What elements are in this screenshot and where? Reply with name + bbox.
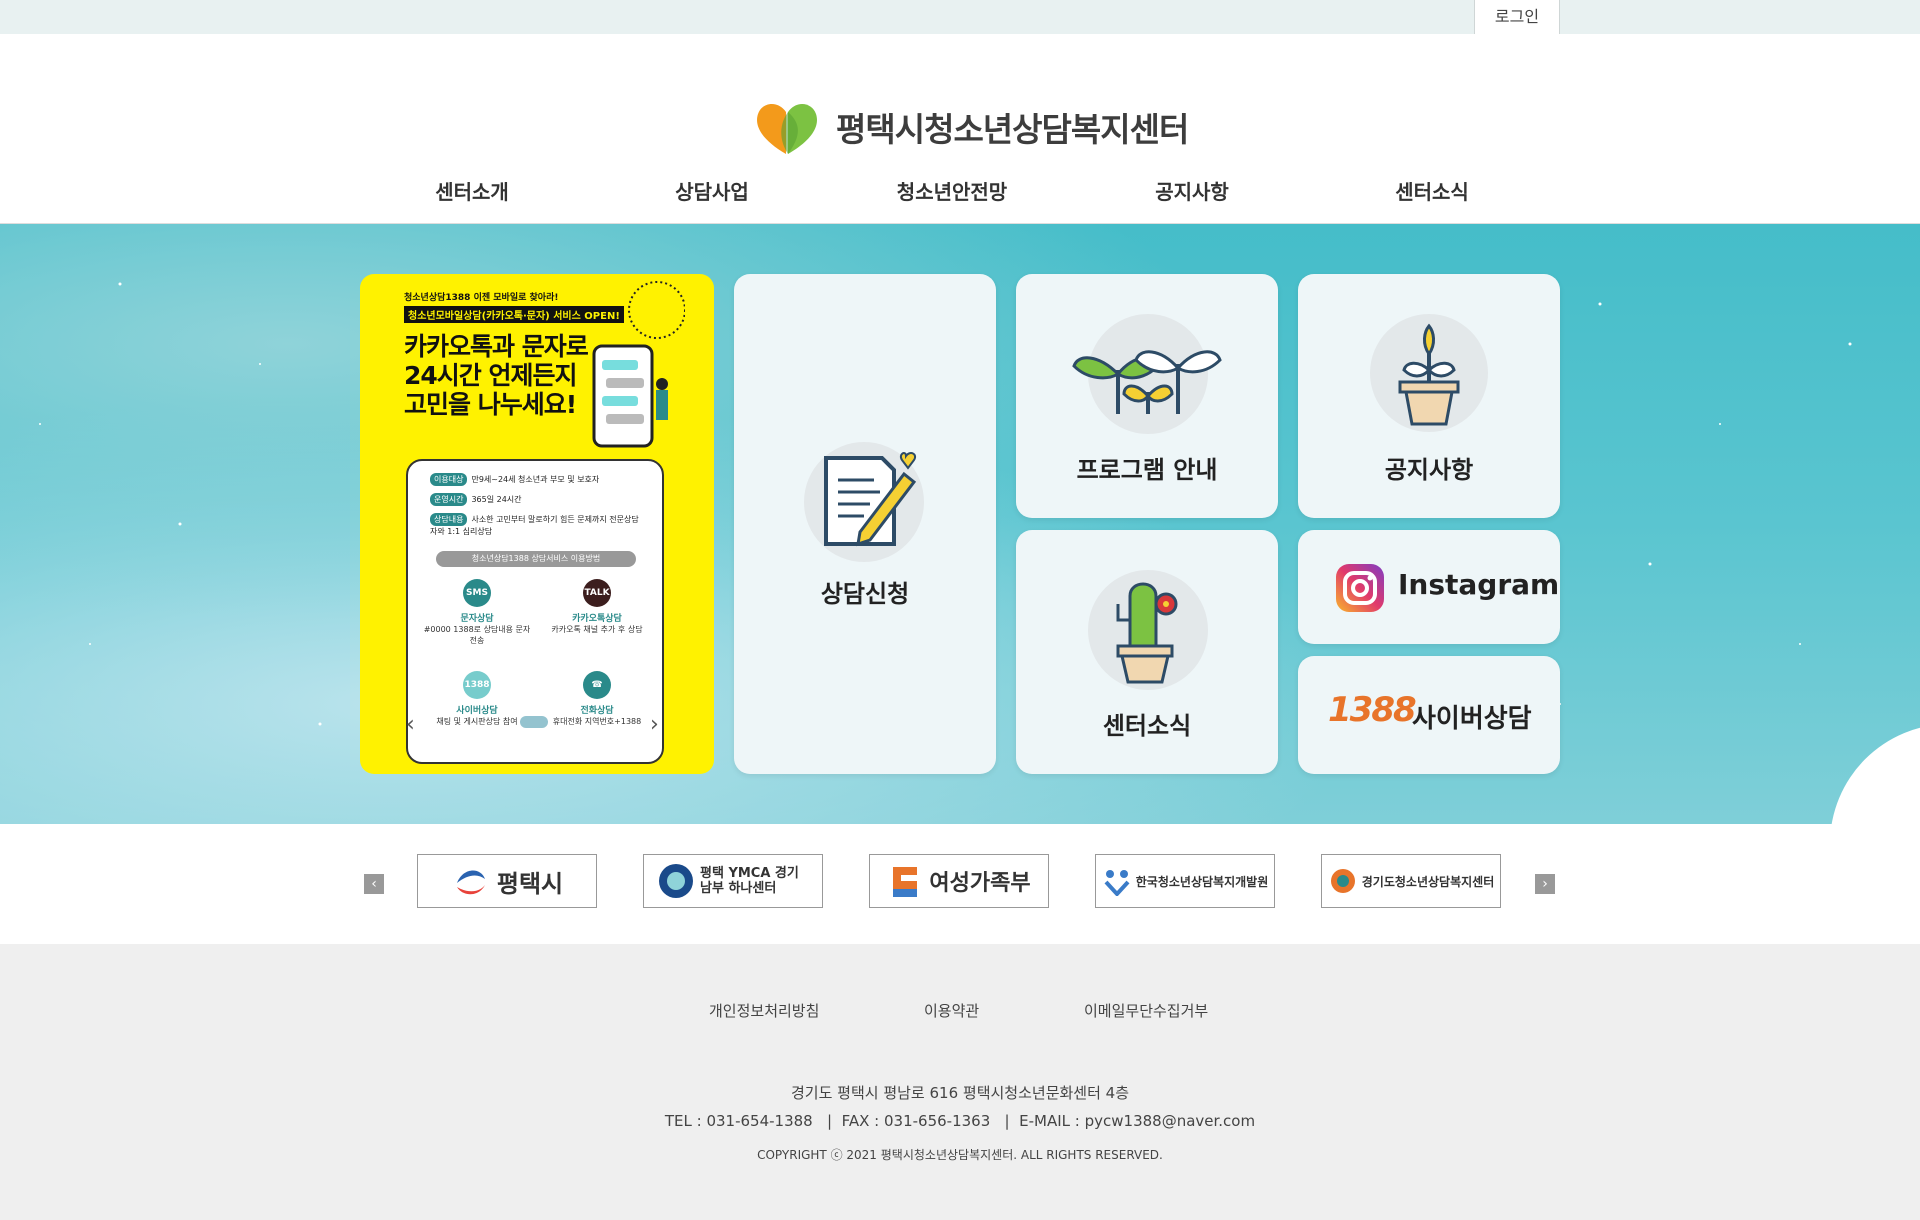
site-logo[interactable]: 평택시청소년상담복지센터 xyxy=(752,96,1189,158)
login-button[interactable]: 로그인 xyxy=(1474,0,1560,34)
partner-prev-icon[interactable]: ‹ xyxy=(364,874,384,894)
nav-item-counseling[interactable]: 상담사업 xyxy=(592,176,832,205)
nav-item-notice[interactable]: 공지사항 xyxy=(1072,176,1312,205)
footer-link-email-policy[interactable]: 이메일무단수집거부 xyxy=(1084,1000,1208,1021)
partner-kyci[interactable]: 한국청소년상담복지개발원 xyxy=(1095,854,1275,908)
partner-gg-center[interactable]: 경기도청소년상담복지센터 xyxy=(1321,854,1501,908)
card-instagram[interactable]: Instagram xyxy=(1298,530,1560,644)
poster-subtitle: 청소년상담1388 상담서비스 이용방법 xyxy=(436,551,636,567)
service-desc: #0000 1388로 상담내용 문자전송 xyxy=(423,625,531,645)
ymca-logo-icon xyxy=(659,864,693,898)
poster-row: 운영시간 365일 24시간 xyxy=(430,493,522,506)
service-phone: ☎ 전화상담 휴대전화 지역번호+1388 xyxy=(542,671,652,727)
footer-address: 경기도 평택시 평남로 616 평택시청소년문화센터 4층 xyxy=(790,1084,1130,1102)
partner-name: 평택 YMCA 경기남부 하나센터 xyxy=(700,866,799,896)
card-news[interactable]: 센터소식 xyxy=(1016,530,1278,774)
mogef-logo-icon xyxy=(893,867,918,897)
card-label: 공지사항 xyxy=(1384,456,1474,484)
partner-name: 평택시 xyxy=(496,869,564,898)
card-notice[interactable]: 공지사항 xyxy=(1298,274,1560,518)
footer-copyright: COPYRIGHT ⓒ 2021 평택시청소년상담복지센터. ALL RIGHT… xyxy=(757,1148,1163,1162)
phone-icon: ☎ xyxy=(583,671,611,699)
headline-line: 고민을 나누세요! xyxy=(404,390,577,419)
gg-center-logo-icon xyxy=(1330,869,1355,893)
promo-banner-slider[interactable]: 청소년상담1388 이젠 모바일로 찾아라! 청소년모바일상담(카카오톡·문자)… xyxy=(360,274,714,774)
cyber-label: 사이버상담 xyxy=(1412,704,1532,734)
partner-next-icon[interactable]: › xyxy=(1535,874,1555,894)
poster-row: 이용대상 만9세~24세 청소년과 부모 및 보호자 xyxy=(430,473,599,486)
card-label: 상담신청 xyxy=(820,580,910,608)
service-name: 사이버상담 xyxy=(456,706,498,716)
dots-decoration-icon xyxy=(628,281,685,339)
potted-plant-icon xyxy=(1398,323,1460,426)
service-desc: 채팅 및 게시판상담 참여 xyxy=(436,717,518,726)
service-sms: SMS 문자상담 #0000 1388로 상담내용 문자전송 xyxy=(422,579,532,646)
footer-link-terms[interactable]: 이용약관 xyxy=(924,1000,979,1021)
service-name: 문자상담 xyxy=(460,614,494,624)
poster-row: 상담내용 사소한 고민부터 말로하기 힘든 문제까지 전문상담자와 1:1 심리상… xyxy=(430,513,639,536)
poster-headline: 카카오톡과 문자로 24시간 언제든지 고민을 나누세요! xyxy=(404,332,589,419)
kyci-logo-icon xyxy=(1104,870,1130,896)
service-desc: 카카오톡 채널 추가 후 상담 xyxy=(551,625,643,634)
card-label: 프로그램 안내 xyxy=(1076,456,1218,484)
cyber-1388-icon: 1388 xyxy=(463,671,491,699)
main-navigation: 센터소개 상담사업 청소년안전망 공지사항 센터소식 xyxy=(0,152,1920,224)
poster-line2: 청소년모바일상담(카카오톡·문자) 서비스 OPEN! xyxy=(404,306,624,323)
nav-item-safety-net[interactable]: 청소년안전망 xyxy=(832,176,1072,205)
instagram-icon xyxy=(1336,564,1384,612)
footer-link-privacy[interactable]: 개인정보처리방침 xyxy=(709,1000,819,1021)
slider-next-icon[interactable]: › xyxy=(650,712,659,737)
nav-item-center-intro[interactable]: 센터소개 xyxy=(352,176,592,205)
pen-document-icon xyxy=(824,452,917,547)
site-title: 평택시청소년상담복지센터 xyxy=(836,110,1189,149)
card-counseling-apply[interactable]: 상담신청 xyxy=(734,274,996,774)
nav-item-news[interactable]: 센터소식 xyxy=(1312,176,1552,205)
kakaotalk-icon: TALK xyxy=(583,579,611,607)
poster-line1: 청소년상담1388 이젠 모바일로 찾아라! xyxy=(404,293,559,303)
service-name: 전화상담 xyxy=(580,706,614,716)
service-cyber: 1388 사이버상담 채팅 및 게시판상담 참여 xyxy=(422,671,532,727)
partner-ymca[interactable]: 평택 YMCA 경기남부 하나센터 xyxy=(643,854,823,908)
partner-name: 경기도청소년상담복지센터 xyxy=(1361,874,1495,889)
partner-name: 한국청소년상담복지개발원 xyxy=(1135,874,1269,889)
slider-indicator[interactable] xyxy=(520,716,548,728)
headline-line: 24시간 언제든지 xyxy=(404,361,577,390)
card-label: 센터소식 xyxy=(1102,712,1192,740)
1388-logo-icon: 1388 xyxy=(1328,690,1417,730)
cactus-icon xyxy=(1116,582,1178,684)
pyeongtaek-logo-icon xyxy=(456,870,485,895)
top-utility-bar: 로그인 xyxy=(0,0,1920,34)
card-cyber-counseling[interactable]: 1388 사이버상담 xyxy=(1298,656,1560,774)
footer-contact: TEL : 031-654-1388 | FAX : 031-656-1363 … xyxy=(664,1112,1256,1130)
headline-line: 카카오톡과 문자로 xyxy=(404,332,589,361)
partner-pyeongtaek[interactable]: 평택시 xyxy=(417,854,597,908)
sms-icon: SMS xyxy=(463,579,491,607)
service-desc: 휴대전화 지역번호+1388 xyxy=(552,717,642,726)
heart-logo-icon xyxy=(757,103,817,154)
service-name: 카카오톡상담 xyxy=(572,614,622,624)
sprout-icon xyxy=(1072,350,1222,414)
service-kakao: TALK 카카오톡상담 카카오톡 채널 추가 후 상담 xyxy=(542,579,652,635)
instagram-label: Instagram xyxy=(1398,568,1560,601)
partner-name: 여성가족부 xyxy=(929,871,1031,896)
phone-illustration xyxy=(592,344,668,448)
slider-prev-icon[interactable]: ‹ xyxy=(406,712,415,737)
card-program[interactable]: 프로그램 안내 xyxy=(1016,274,1278,518)
partner-mogef[interactable]: 여성가족부 xyxy=(869,854,1049,908)
